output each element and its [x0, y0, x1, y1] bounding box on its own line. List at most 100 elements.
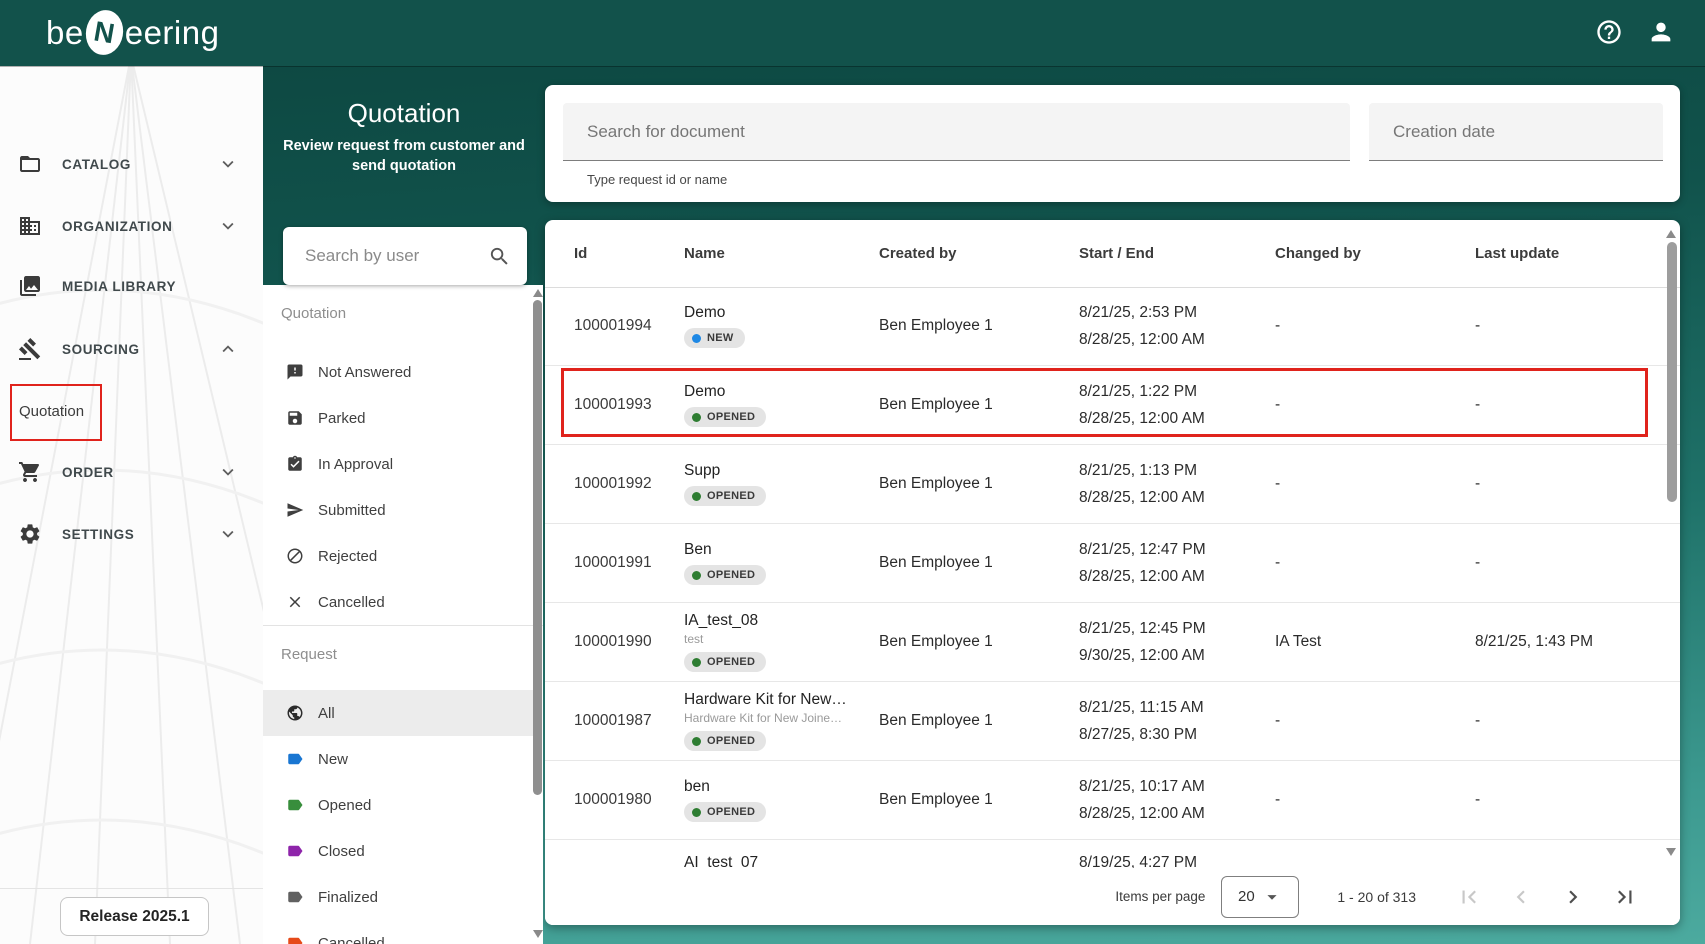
filter-item-rejected[interactable]: Rejected — [263, 533, 533, 579]
table-scrollbar-thumb[interactable] — [1667, 242, 1677, 502]
chevron-down-icon[interactable] — [217, 215, 239, 237]
list-scroll-down-arrow[interactable] — [533, 930, 543, 938]
cell-name: Demo NEW — [684, 304, 879, 348]
chevron-down-icon[interactable] — [217, 461, 239, 483]
search-icon — [488, 245, 511, 268]
table-row-100001991[interactable]: 100001991 Ben OPENED Ben Employee 1 8/21/25,… — [545, 524, 1680, 603]
filter-item-new[interactable]: New — [263, 736, 533, 782]
cell-id: 100001990 — [574, 633, 652, 650]
photo-library-icon — [18, 274, 42, 298]
domain-icon — [18, 214, 42, 238]
search-for-document-field[interactable] — [563, 103, 1350, 161]
user-profile-icon[interactable] — [1647, 18, 1675, 46]
creation-date-field[interactable] — [1369, 103, 1663, 161]
table-row-100001980[interactable]: 100001980 ben OPENED Ben Employee 1 8/21/25,… — [545, 761, 1680, 840]
send-icon — [286, 501, 304, 519]
first-page-button[interactable] — [1456, 884, 1482, 910]
filter-item-parked[interactable]: Parked — [263, 395, 533, 441]
search-by-user-field[interactable] — [283, 227, 527, 285]
cell-changed-by: - — [1275, 317, 1281, 334]
chevron-up-icon[interactable] — [217, 338, 239, 360]
cell-last-update: - — [1475, 475, 1481, 492]
logo-text-pre: be — [46, 13, 84, 51]
pagination-range-label: 1 - 20 of 313 — [1337, 888, 1416, 905]
filter-item-submitted[interactable]: Submitted — [263, 487, 533, 533]
filter-item-cancelled[interactable]: Cancelled — [263, 579, 533, 625]
cell-created-by: Ben Employee 1 — [879, 317, 993, 334]
filter-item-not-answered[interactable]: Not Answered — [263, 349, 533, 395]
table-row-100001994[interactable]: 100001994 Demo NEW Ben Employee 1 8/21/25, 2… — [545, 287, 1680, 366]
creation-date-input[interactable] — [1369, 103, 1663, 160]
sidebar-item-catalog[interactable]: CATALOG — [0, 140, 263, 188]
beneering-logo[interactable]: be N eering — [46, 7, 220, 58]
cell-name: Ben OPENED — [684, 541, 879, 585]
cell-start-end: 8/21/25, 10:17 AM 8/28/25, 12:00 AM — [1079, 777, 1205, 822]
sidebar-item-organization[interactable]: ORGANIZATION — [0, 202, 263, 250]
filter-item-in-approval[interactable]: In Approval — [263, 441, 533, 487]
filter-list-panel: Quotation Not Answered Parked In Approval Su… — [263, 285, 543, 944]
cell-id: 100001993 — [574, 396, 652, 413]
filter-item-opened[interactable]: Opened — [263, 782, 533, 828]
label-icon — [286, 888, 304, 906]
cell-last-update: - — [1475, 712, 1481, 729]
release-version-button[interactable]: Release 2025.1 — [60, 897, 209, 936]
cell-name: ben OPENED — [684, 778, 879, 822]
chevron-down-icon[interactable] — [217, 153, 239, 175]
sidebar-item-quotation[interactable]: Quotation — [0, 387, 263, 435]
items-per-page-label: Items per page — [1115, 889, 1206, 904]
cell-created-by: Ben Employee 1 — [879, 554, 993, 571]
quotation-table-card: Id Name Created by Start / End Changed by Las… — [545, 220, 1680, 925]
table-scroll-down-arrow[interactable] — [1666, 848, 1676, 856]
cell-last-update: - — [1475, 554, 1481, 571]
list-scroll-up-arrow[interactable] — [533, 289, 543, 297]
status-badge: OPENED — [684, 652, 767, 672]
cell-id — [574, 840, 684, 854]
sidebar-item-media-library[interactable]: MEDIA LIBRARY — [0, 262, 263, 310]
cell-id: 100001980 — [574, 791, 652, 808]
column-header-created-by: Created by — [879, 245, 957, 262]
chevron-down-icon[interactable] — [217, 523, 239, 545]
cell-id: 100001994 — [574, 317, 652, 334]
search-for-document-input[interactable] — [563, 103, 1350, 160]
app-window: be N eering CATALOG ORGANIZATION MEDIA LIB… — [0, 0, 1705, 944]
next-page-button[interactable] — [1560, 884, 1586, 910]
cell-name: IA_test_08 test OPENED — [684, 612, 879, 672]
sidebar-item-settings[interactable]: SETTINGS — [0, 510, 263, 558]
save-icon — [286, 409, 304, 427]
status-badge: OPENED — [684, 731, 767, 751]
search-by-user-input[interactable] — [303, 245, 488, 267]
top-header-bar: be N eering — [0, 0, 1705, 66]
status-badge: OPENED — [684, 802, 767, 822]
sidebar-item-sourcing[interactable]: SOURCING — [0, 325, 263, 373]
column-header-name: Name — [684, 245, 725, 262]
page-size-select[interactable]: 20 — [1221, 875, 1300, 918]
table-row-100001987[interactable]: 100001987 Hardware Kit for New… Hardware K… — [545, 682, 1680, 761]
table-scroll-up-arrow[interactable] — [1666, 230, 1676, 238]
filter-item-finalized[interactable]: Finalized — [263, 874, 533, 920]
cell-changed-by — [1275, 840, 1475, 854]
filter-item-closed[interactable]: Closed — [263, 828, 533, 874]
last-page-button[interactable] — [1612, 884, 1638, 910]
table-row-100001993[interactable]: 100001993 Demo OPENED Ben Employee 1 8/21/25… — [545, 366, 1680, 445]
logo-text-post: eering — [124, 13, 220, 51]
cell-last-update — [1475, 840, 1680, 854]
cell-start-end: 8/21/25, 1:22 PM 8/28/25, 12:00 AM — [1079, 382, 1205, 427]
settings-icon — [18, 522, 42, 546]
help-icon[interactable] — [1595, 18, 1623, 46]
block-icon — [286, 547, 304, 565]
cell-changed-by: IA Test — [1275, 633, 1322, 650]
cell-start-end: 8/21/25, 12:47 PM 8/28/25, 12:00 AM — [1079, 540, 1206, 585]
sidebar-item-order[interactable]: ORDER — [0, 448, 263, 496]
cell-created-by: Ben Employee 1 — [879, 791, 993, 808]
list-scrollbar-thumb[interactable] — [533, 300, 542, 795]
filter-item-cancelled[interactable]: Cancelled — [263, 920, 533, 944]
building-background-image — [0, 66, 263, 944]
table-row-100001992[interactable]: 100001992 Supp OPENED Ben Employee 1 8/21/25… — [545, 445, 1680, 524]
previous-page-button[interactable] — [1508, 884, 1534, 910]
table-row-100001990[interactable]: 100001990 IA_test_08 test OPENED Ben Employe… — [545, 603, 1680, 682]
paginator-bar: Items per page 20 1 - 20 of 313 — [545, 868, 1680, 925]
filter-item-all[interactable]: All — [263, 690, 533, 736]
logo-n-circle: N — [82, 7, 127, 58]
cell-changed-by: - — [1275, 475, 1281, 492]
gavel-icon — [18, 337, 42, 361]
